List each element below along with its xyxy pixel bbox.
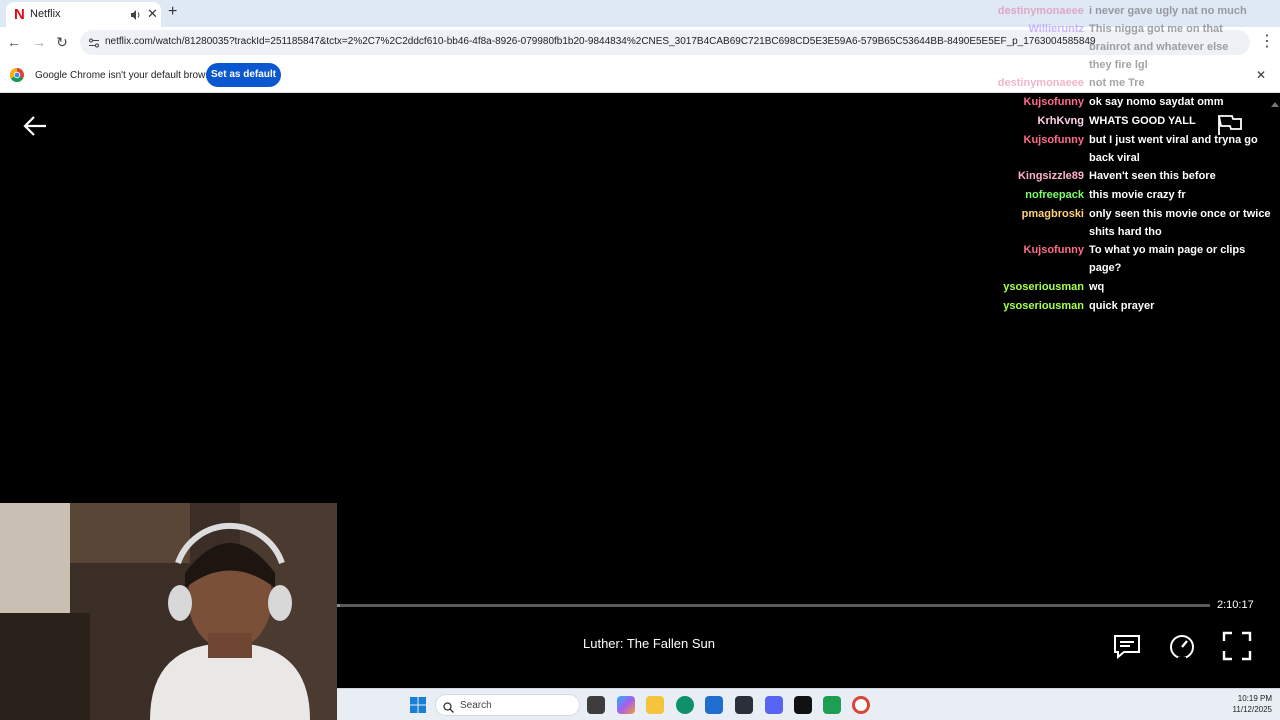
clock-date: 11/12/2025 bbox=[1232, 705, 1272, 714]
clock-time: 10:19 PM bbox=[1237, 694, 1272, 703]
chat-username: ysoseriousman bbox=[1003, 281, 1084, 293]
chat-text: but I just went viral and tryna go back … bbox=[1089, 134, 1258, 164]
chat-overlay: destinymonaeee i never gave ugly nat no m… bbox=[960, 0, 1280, 320]
chat-username: KrhKvng bbox=[1037, 115, 1084, 127]
reload-icon[interactable]: ↻ bbox=[54, 34, 70, 50]
capcut-icon[interactable] bbox=[794, 696, 812, 714]
search-label: Search bbox=[460, 700, 492, 711]
search-icon bbox=[443, 700, 454, 713]
chat-username: destinymonaeee bbox=[997, 77, 1084, 89]
progress-bar[interactable] bbox=[337, 604, 1210, 607]
chat-username: pmagbroski bbox=[1021, 208, 1084, 220]
chat-username: Kujsofunny bbox=[1023, 244, 1085, 256]
chat-username: Kujsofunny bbox=[1023, 134, 1085, 146]
forward-icon[interactable]: → bbox=[31, 34, 47, 50]
copilot-icon[interactable] bbox=[617, 696, 635, 714]
chat-text: WHATS GOOD YALL bbox=[1089, 115, 1196, 127]
chrome-logo-icon bbox=[10, 68, 24, 82]
edge-icon[interactable] bbox=[676, 696, 694, 714]
chat-text: not me Tre bbox=[1089, 77, 1145, 89]
chat-text: they fire lgl bbox=[1089, 59, 1148, 71]
set-default-button[interactable]: Set as default bbox=[206, 63, 281, 87]
chat-text: ok say nomo saydat omm bbox=[1089, 96, 1224, 108]
chat-text: This nigga got me on that bbox=[1089, 23, 1223, 35]
tab-netflix[interactable]: N Netflix ✕ bbox=[6, 2, 161, 27]
chat-text: this movie crazy fr bbox=[1089, 189, 1186, 201]
close-tab-icon[interactable]: ✕ bbox=[147, 6, 158, 22]
chat-text: Haven't seen this before bbox=[1089, 170, 1216, 182]
taskbar-search[interactable]: Search bbox=[435, 694, 580, 716]
folder-icon[interactable] bbox=[646, 696, 664, 714]
fullscreen-icon[interactable] bbox=[1222, 631, 1252, 661]
movie-title: Luther: The Fallen Sun bbox=[583, 636, 716, 651]
taskbar: Search 10:19 PM 11/12/2025 bbox=[337, 688, 1280, 720]
subtitles-icon[interactable] bbox=[1112, 631, 1142, 661]
file-explorer-icon[interactable] bbox=[587, 696, 605, 714]
progress-fill bbox=[337, 604, 340, 607]
site-info-icon[interactable] bbox=[88, 36, 100, 48]
chat-text: brainrot and whatever else bbox=[1089, 41, 1229, 53]
windows-start-icon[interactable] bbox=[410, 697, 426, 713]
chat-username: Willieruntz bbox=[1028, 23, 1084, 35]
infobar-message: Google Chrome isn't your default browser bbox=[35, 70, 220, 81]
chat-username: Kujsofunny bbox=[1023, 96, 1085, 108]
chat-username: Kingsizzle89 bbox=[1017, 170, 1084, 182]
chrome-icon[interactable] bbox=[852, 696, 870, 714]
playback-speed-icon[interactable] bbox=[1167, 631, 1197, 661]
chat-text: quick prayer bbox=[1089, 300, 1155, 312]
screen: N Netflix ✕ + ← → ↻ netflix.com/watch/81… bbox=[0, 0, 1280, 720]
chat-username: destinymonaeee bbox=[997, 5, 1084, 17]
speaker-icon[interactable] bbox=[130, 8, 142, 20]
back-arrow-icon[interactable] bbox=[22, 115, 48, 137]
url-text: netflix.com/watch/81280035?trackId=25118… bbox=[105, 36, 1095, 47]
chat-username: ysoseriousman bbox=[1003, 300, 1084, 312]
system-clock[interactable]: 10:19 PM 11/12/2025 bbox=[1217, 693, 1272, 715]
discord-icon[interactable] bbox=[765, 696, 783, 714]
tab-title: Netflix bbox=[30, 8, 61, 20]
app-icon[interactable] bbox=[823, 696, 841, 714]
chat-text: i never gave ugly nat no much bbox=[1089, 5, 1247, 17]
new-tab-icon[interactable]: + bbox=[168, 3, 177, 21]
time-remaining: 2:10:17 bbox=[1217, 599, 1254, 611]
chat-text: only seen this movie once or twice shits… bbox=[1089, 208, 1271, 238]
store-icon[interactable] bbox=[705, 696, 723, 714]
chat-username: nofreepack bbox=[1025, 189, 1084, 201]
chat-text: To what yo main page or clips page? bbox=[1089, 244, 1246, 274]
webcam-feed bbox=[0, 503, 337, 720]
chat-text: wq bbox=[1089, 281, 1105, 293]
netflix-icon: N bbox=[14, 6, 25, 23]
terminal-icon[interactable] bbox=[735, 696, 753, 714]
back-icon[interactable]: ← bbox=[6, 34, 22, 50]
